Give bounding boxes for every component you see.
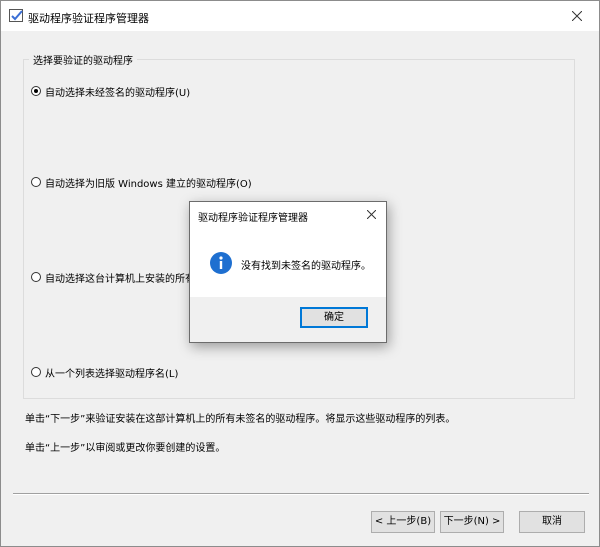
radio-older-windows-drivers[interactable]: 自动选择为旧版 Windows 建立的驱动程序(O)	[31, 175, 252, 190]
radio-select-from-list[interactable]: 从一个列表选择驱动程序名(L)	[31, 365, 179, 380]
window-title: 驱动程序验证程序管理器	[28, 12, 149, 25]
radio-unsigned-drivers[interactable]: 自动选择未经签名的驱动程序(U)	[31, 84, 191, 99]
checkmark-app-icon	[9, 9, 23, 22]
radio-all-installed-drivers[interactable]: 自动选择这台计算机上安装的所有驱	[31, 270, 205, 285]
window-close-button[interactable]	[555, 1, 599, 31]
group-legend: 选择要验证的驱动程序	[29, 52, 137, 67]
footer-separator	[13, 493, 589, 495]
radio-label: 自动选择这台计算机上安装的所有驱	[45, 273, 205, 285]
back-button[interactable]: < 上一步(B)	[371, 511, 435, 533]
info-message-dialog: 驱动程序验证程序管理器 没有找到未签名的驱动程序。 确定	[189, 201, 387, 343]
radio-button[interactable]	[31, 177, 41, 187]
cancel-button[interactable]: 取消	[519, 511, 585, 533]
radio-label: 从一个列表选择驱动程序名(L)	[45, 368, 179, 380]
dialog-title: 驱动程序验证程序管理器	[198, 213, 308, 224]
title-bar: 驱动程序验证程序管理器	[1, 1, 599, 31]
close-icon	[367, 210, 376, 219]
radio-button[interactable]	[31, 367, 41, 377]
ok-button[interactable]: 确定	[300, 307, 368, 328]
radio-button[interactable]	[31, 86, 41, 96]
next-button[interactable]: 下一步(N) >	[440, 511, 504, 533]
back-step-description: 单击“上一步”以审阅或更改你要创建的设置。	[25, 443, 226, 454]
close-icon	[572, 11, 582, 21]
dialog-close-button[interactable]	[358, 202, 386, 228]
next-step-description: 单击“下一步”来验证安装在这部计算机上的所有未签名的驱动程序。将显示这些驱动程序…	[25, 414, 456, 425]
dialog-footer: 确定	[190, 297, 386, 342]
radio-label: 自动选择为旧版 Windows 建立的驱动程序(O)	[45, 178, 252, 190]
radio-label: 自动选择未经签名的驱动程序(U)	[45, 87, 191, 99]
info-icon	[210, 252, 232, 274]
radio-button[interactable]	[31, 272, 41, 282]
dialog-message: 没有找到未签名的驱动程序。	[241, 261, 371, 272]
